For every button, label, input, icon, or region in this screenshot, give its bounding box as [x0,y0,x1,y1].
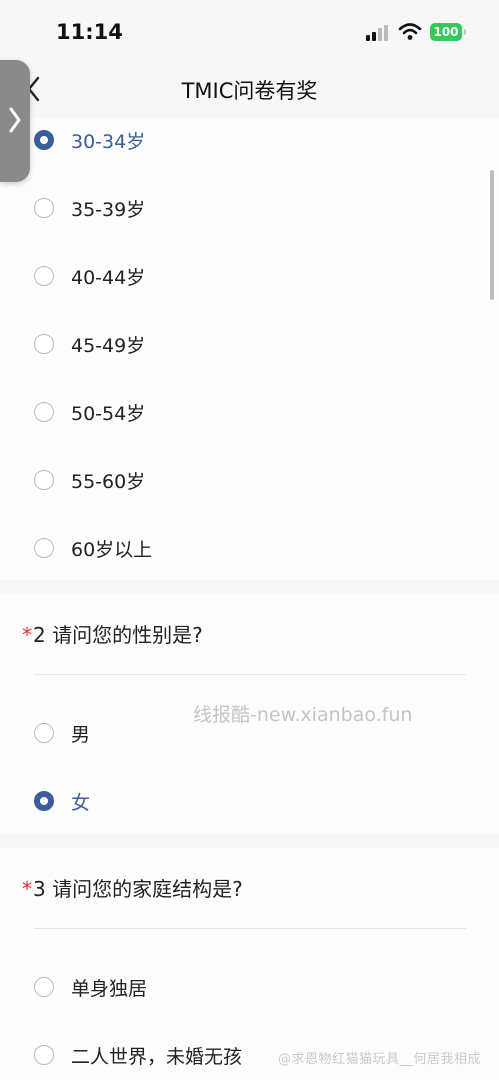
required-mark: * [22,877,32,901]
radio-option[interactable]: 40-44岁 [0,256,499,300]
radio-option[interactable]: 单身独居 [0,967,499,1011]
question-3-card: *3 请问您的家庭结构是? 单身独居 二人世界，未婚无孩 [0,848,499,1080]
radio-button[interactable] [34,723,54,743]
radio-option[interactable]: 35-39岁 [0,188,499,232]
status-bar: 11:14 100 [0,0,499,62]
radio-button-checked[interactable] [34,130,54,150]
question-title: *2 请问您的性别是? [22,619,203,648]
question-text: 2 请问您的性别是? [33,623,203,647]
radio-button[interactable] [34,198,54,218]
option-label: 60岁以上 [71,539,153,561]
option-label: 女 [71,792,91,814]
radio-button-checked[interactable] [34,791,54,811]
battery-icon: 100 [430,23,466,41]
page-title: TMIC问卷有奖 [181,79,318,103]
wifi-icon [398,23,422,40]
radio-option[interactable]: 30-34岁 [0,120,499,164]
radio-button[interactable] [34,402,54,422]
status-time: 11:14 [56,20,123,44]
required-mark: * [22,623,32,647]
question-title: *3 请问您的家庭结构是? [22,873,243,902]
radio-option[interactable]: 60岁以上 [0,528,499,572]
option-label: 二人世界，未婚无孩 [71,1046,243,1068]
radio-button[interactable] [34,266,54,286]
option-label: 40-44岁 [71,267,146,289]
scrollbar[interactable] [490,170,494,300]
option-label: 55-60岁 [71,471,146,493]
signal-icon [366,25,392,41]
divider [34,928,466,929]
radio-option[interactable]: 50-54岁 [0,392,499,436]
chevron-right-icon [9,107,21,133]
radio-option[interactable]: 55-60岁 [0,460,499,504]
nav-bar: TMIC问卷有奖 [0,62,499,118]
question-text: 3 请问您的家庭结构是? [33,877,243,901]
question-1-card: 30-34岁 35-39岁 40-44岁 45-49岁 50-54岁 55-60… [0,118,499,580]
radio-option[interactable]: 45-49岁 [0,324,499,368]
survey-content: 30-34岁 35-39岁 40-44岁 45-49岁 50-54岁 55-60… [0,118,499,1080]
option-label: 30-34岁 [71,131,146,153]
radio-button[interactable] [34,977,54,997]
option-label: 男 [71,724,91,746]
radio-button[interactable] [34,334,54,354]
footer-watermark: @求恩物红猫猫玩具__何居我相成 [278,1052,482,1067]
option-label: 50-54岁 [71,403,146,425]
side-drawer-tab[interactable] [0,60,30,182]
radio-button[interactable] [34,1045,54,1065]
watermark-text: 线报酷-new.xianbao.fun [193,704,413,726]
option-label: 45-49岁 [71,335,146,357]
option-label: 35-39岁 [71,199,146,221]
option-label: 单身独居 [71,978,148,1000]
divider [34,674,466,675]
radio-button[interactable] [34,538,54,558]
radio-button[interactable] [34,470,54,490]
radio-option[interactable]: 女 [0,781,499,825]
